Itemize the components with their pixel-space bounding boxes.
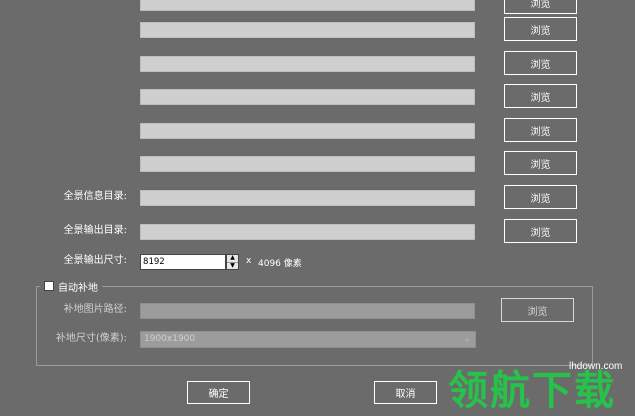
pano-output-dir-field[interactable] [140,224,475,240]
path-field-5[interactable] [140,156,475,172]
patch-size-label: 补地尺寸(像素): [55,333,127,344]
pano-info-dir-field[interactable] [140,190,475,206]
patch-image-path-label: 补地图片路径: [63,304,127,315]
auto-patch-checkbox[interactable] [44,281,54,291]
watermark-url: lhdown.com [569,361,623,372]
patch-size-select[interactable]: 1900x1900 ⌄ [140,331,476,348]
path-field-0[interactable] [140,0,475,11]
browse-button-1[interactable]: 浏览 [504,17,577,41]
ok-button[interactable]: 确定 [187,381,250,404]
output-width-input[interactable]: 8192 [140,254,226,270]
pano-info-dir-label: 全景信息目录: [63,191,127,202]
chevron-down-icon: ⌄ [463,334,471,344]
size-separator: x [246,256,252,266]
output-height-text: 4096 像素 [258,259,302,269]
patch-size-selected: 1900x1900 [144,334,196,344]
pano-output-dir-label: 全景输出目录: [63,225,127,236]
output-size-label: 全景输出尺寸: [63,255,127,266]
browse-button-4[interactable]: 浏览 [504,118,577,142]
browse-button-5[interactable]: 浏览 [504,151,577,175]
browse-button-3[interactable]: 浏览 [504,84,577,108]
browse-pano-info-button[interactable]: 浏览 [504,185,577,209]
output-width-spinner[interactable]: ▲ ▼ [226,254,239,270]
patch-image-path-field[interactable] [140,303,475,319]
path-field-3[interactable] [140,89,475,105]
browse-button-0[interactable]: 浏览 [504,0,577,14]
path-field-4[interactable] [140,123,475,139]
cancel-button[interactable]: 取消 [374,381,437,404]
browse-pano-output-button[interactable]: 浏览 [504,219,577,243]
browse-patch-image-button[interactable]: 浏览 [501,298,574,322]
spin-down-icon[interactable]: ▼ [227,261,238,270]
auto-patch-group-title: 自动补地 [40,278,102,294]
path-field-2[interactable] [140,56,475,72]
auto-patch-label: 自动补地 [58,282,98,294]
watermark: 领航下载 lhdown.com [448,358,635,414]
path-field-1[interactable] [140,22,475,38]
browse-button-2[interactable]: 浏览 [504,51,577,75]
